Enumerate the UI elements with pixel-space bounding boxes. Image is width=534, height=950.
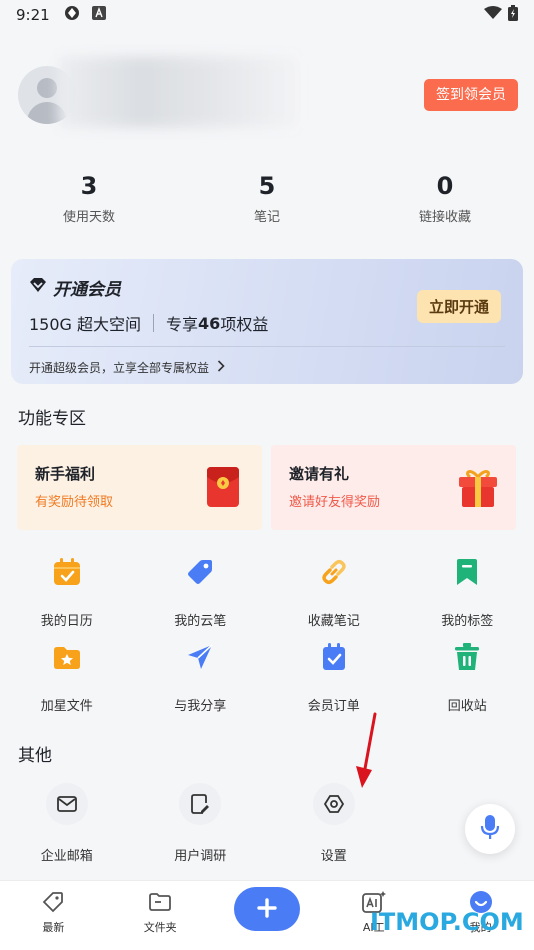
wifi-icon	[484, 6, 502, 24]
watermark: ITMOP.COM	[370, 908, 524, 936]
tab-label: 文件夹	[143, 921, 177, 934]
link-icon	[267, 556, 401, 588]
promo-invite-gift[interactable]: 邀请有礼 邀请好友得奖励	[271, 445, 516, 530]
grid-label: 我的标签	[441, 614, 494, 629]
tab-add[interactable]	[214, 881, 321, 950]
other-item-settings[interactable]: 设置	[267, 783, 401, 864]
tab-label: 最新	[42, 921, 65, 934]
other-item-user-survey[interactable]: 用户调研	[134, 783, 268, 864]
grid-item-my-tags[interactable]: 我的标签	[401, 556, 534, 629]
grid-label: 加星文件	[40, 699, 93, 714]
other-label: 企业邮箱	[40, 849, 93, 864]
stat-value: 0	[436, 172, 454, 200]
vip-benefit-rights-suffix: 项权益	[220, 315, 269, 334]
vip-benefit-space: 150G 超大空间	[29, 315, 142, 334]
vip-title-text: 开通会员	[53, 280, 121, 300]
trash-icon	[401, 641, 534, 673]
tab-latest[interactable]: 最新	[0, 881, 107, 950]
grid-item-member-orders[interactable]: 会员订单	[267, 641, 401, 714]
status-bar: 9:21	[0, 0, 534, 30]
other-section-title: 其他	[18, 746, 52, 766]
folder-icon	[107, 889, 214, 915]
mail-icon	[45, 783, 88, 825]
gift-box-icon	[456, 465, 498, 509]
grid-label: 与我分享	[174, 699, 227, 714]
add-button[interactable]	[233, 887, 300, 931]
other-label: 用户调研	[174, 849, 227, 864]
grid-item-my-calendar[interactable]: 我的日历	[0, 556, 134, 629]
vip-title: 开通会员	[29, 275, 121, 300]
send-icon	[134, 641, 268, 673]
features-section-title: 功能专区	[18, 409, 86, 429]
blurred-username	[58, 56, 298, 128]
tag-pen-icon	[134, 556, 268, 588]
tab-folders[interactable]: 文件夹	[107, 881, 214, 950]
grid-item-shared-with-me[interactable]: 与我分享	[134, 641, 268, 714]
promo-title: 邀请有礼	[289, 465, 350, 483]
tag-icon	[0, 889, 107, 915]
grid-item-starred-files[interactable]: 加星文件	[0, 641, 134, 714]
features-grid-row-1: 我的日历 我的云笔 收藏笔记 我的标签	[0, 556, 534, 629]
grid-label: 回收站	[447, 699, 487, 714]
other-item-enterprise-mail[interactable]: 企业邮箱	[0, 783, 134, 864]
a-notification-icon	[91, 6, 106, 24]
battery-icon	[508, 5, 518, 25]
vip-footer-text: 开通超级会员，立享全部专属权益	[29, 361, 210, 375]
profile-header: 签到领会员	[18, 56, 518, 128]
open-vip-button[interactable]: 立即开通	[417, 290, 501, 323]
red-envelope-icon	[202, 465, 244, 509]
chevron-right-icon	[217, 360, 225, 375]
promo-subtitle: 有奖励待领取	[35, 495, 114, 510]
grid-label: 我的日历	[40, 614, 93, 629]
order-icon	[267, 641, 401, 673]
features-grid-row-2: 加星文件 与我分享 会员订单 回收站	[0, 641, 534, 714]
calendar-icon	[0, 556, 134, 588]
status-time: 9:21	[16, 6, 50, 24]
grid-item-favorite-notes[interactable]: 收藏笔记	[267, 556, 401, 629]
promo-subtitle: 邀请好友得奖励	[289, 495, 381, 510]
stat-value: 3	[80, 172, 98, 200]
plus-icon	[257, 897, 277, 921]
vip-benefit-rights-prefix: 专享	[166, 315, 199, 334]
diamond-icon	[29, 277, 47, 298]
other-grid: 企业邮箱 用户调研 设置	[0, 783, 534, 864]
stat-usage-days[interactable]: 3 使用天数	[0, 170, 178, 225]
stat-link-favorites[interactable]: 0 链接收藏	[356, 170, 534, 225]
promo-title: 新手福利	[35, 465, 96, 483]
grid-label: 收藏笔记	[307, 614, 360, 629]
stat-label: 使用天数	[62, 210, 115, 225]
vip-footer-link[interactable]: 开通超级会员，立享全部专属权益	[29, 359, 225, 376]
vip-benefits: 150G 超大空间 专享 46 项权益	[29, 311, 268, 335]
vip-benefit-rights-count: 46	[198, 313, 221, 333]
voice-input-button[interactable]	[465, 804, 515, 854]
vip-card[interactable]: 开通会员 150G 超大空间 专享 46 项权益 立即开通 开通超级会员，立享全部专…	[11, 259, 523, 384]
promo-newbie-benefits[interactable]: 新手福利 有奖励待领取	[17, 445, 262, 530]
other-label: 设置	[320, 849, 347, 864]
stat-label: 链接收藏	[418, 210, 471, 225]
grid-item-my-cloud-pen[interactable]: 我的云笔	[134, 556, 268, 629]
grid-label: 会员订单	[307, 699, 360, 714]
stat-label: 笔记	[253, 210, 280, 225]
signin-vip-button[interactable]: 签到领会员	[424, 79, 518, 111]
grid-label: 我的云笔	[174, 614, 227, 629]
bookmark-icon	[401, 556, 534, 588]
grid-item-recycle-bin[interactable]: 回收站	[401, 641, 534, 714]
survey-icon	[179, 783, 222, 825]
stat-notes[interactable]: 5 笔记	[178, 170, 356, 225]
app-notification-icon	[64, 5, 80, 25]
red-annotation-arrow	[350, 712, 380, 790]
stat-value: 5	[258, 172, 276, 200]
stats-row: 3 使用天数 5 笔记 0 链接收藏	[0, 170, 534, 225]
divider	[29, 346, 505, 347]
star-folder-icon	[0, 641, 134, 673]
microphone-icon	[480, 814, 500, 844]
settings-icon	[312, 783, 355, 825]
